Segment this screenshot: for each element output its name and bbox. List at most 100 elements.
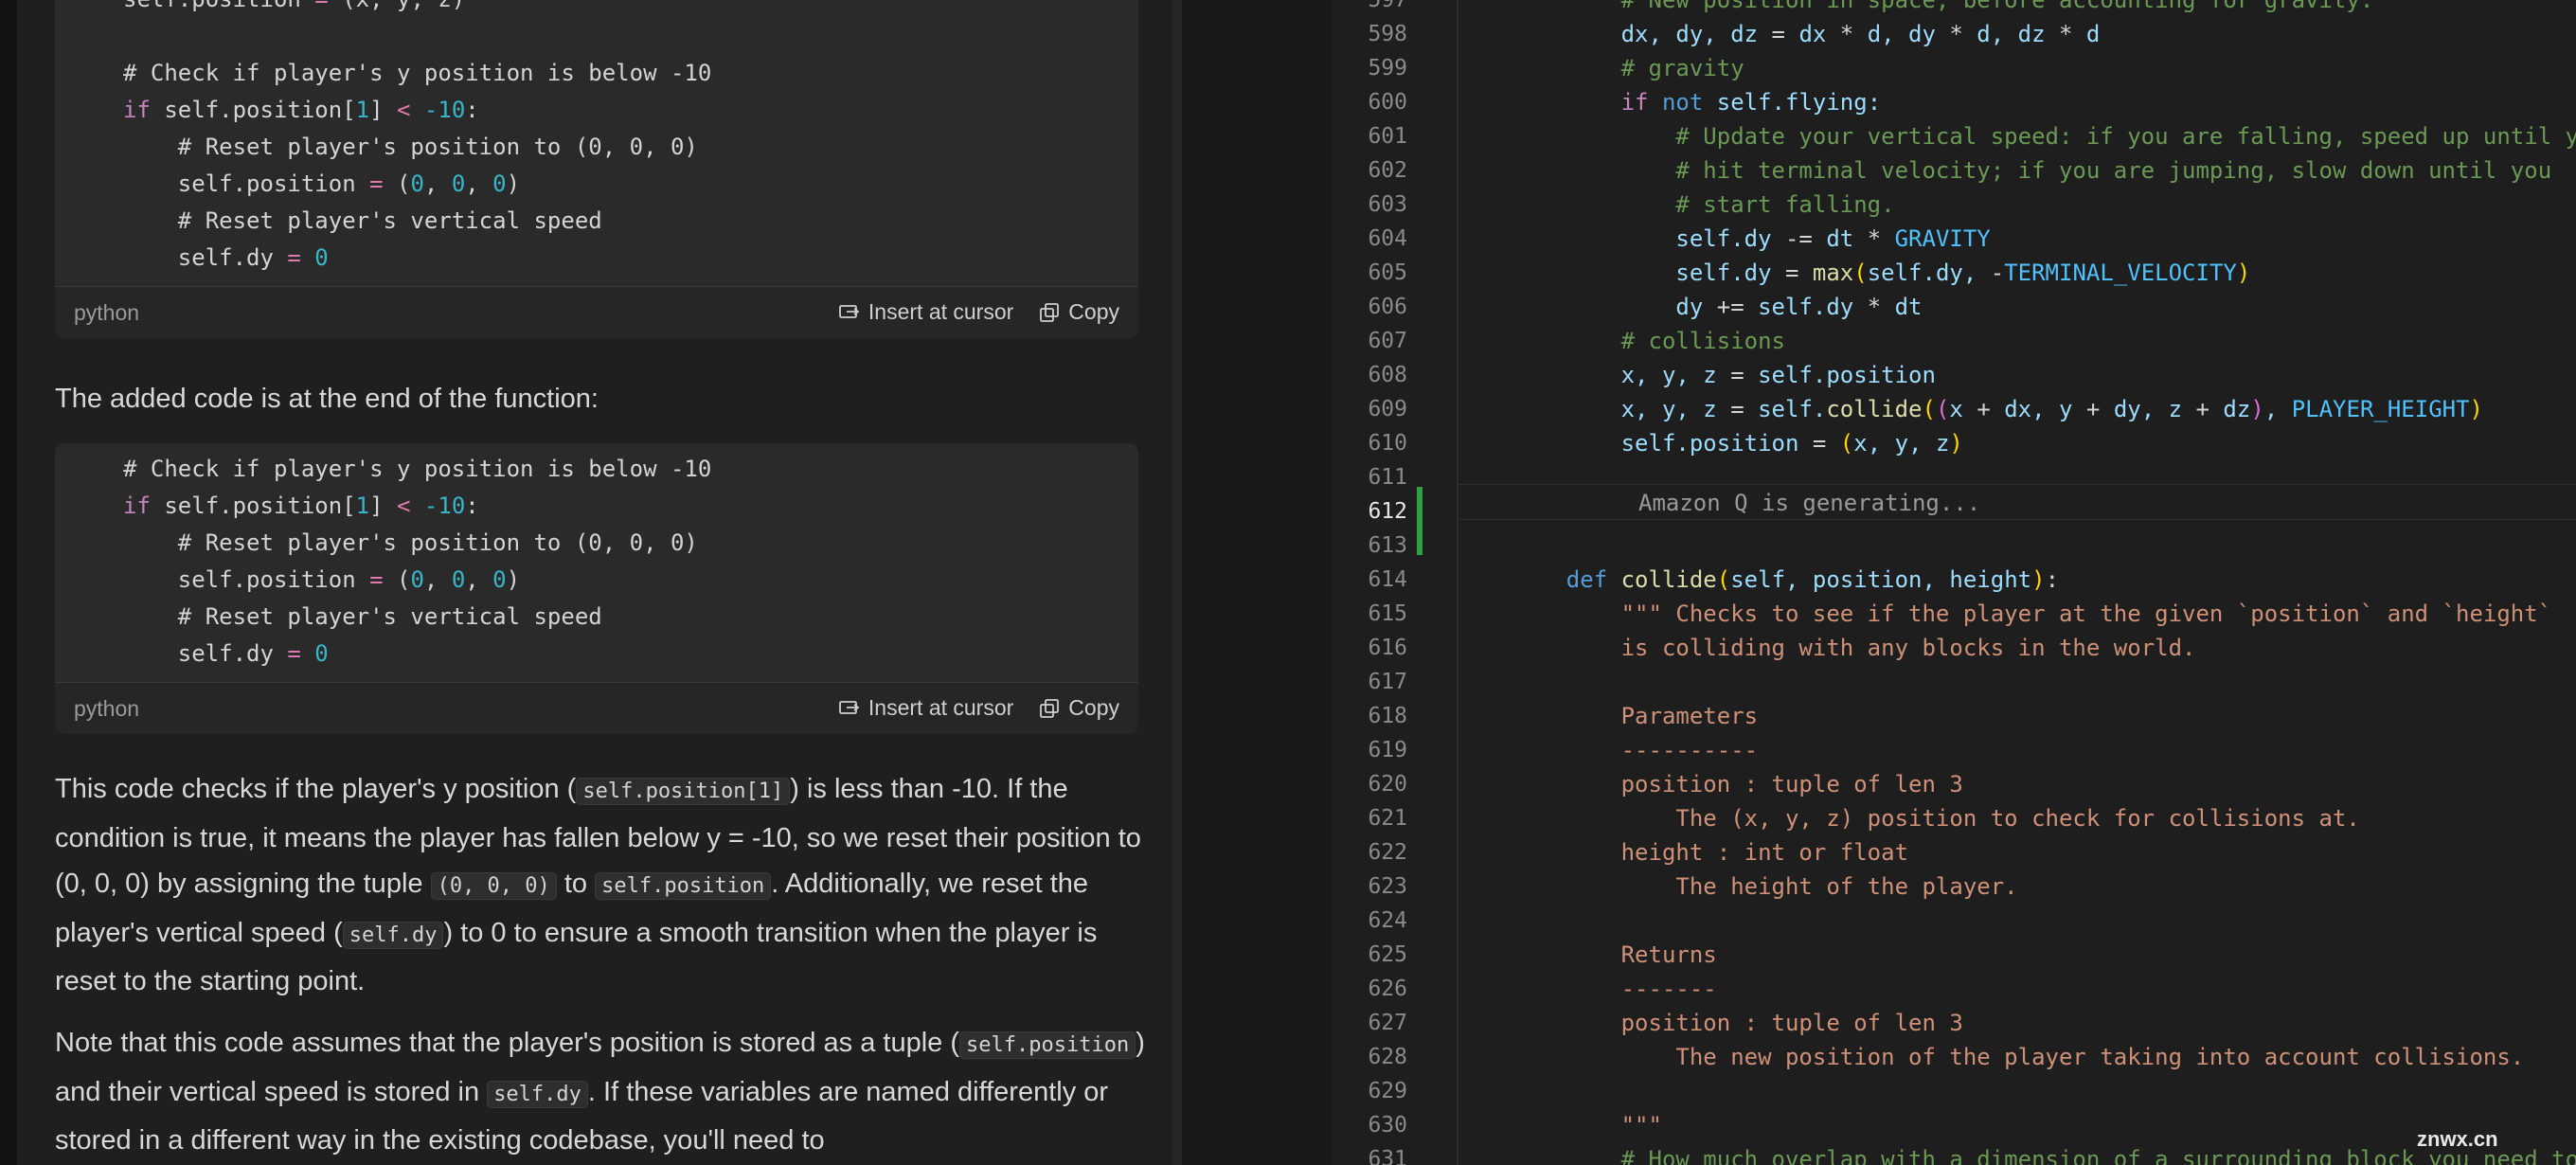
line-number: 630 [1368, 1113, 1407, 1138]
syntax-token: ) [2031, 566, 2046, 593]
code-language-label: python [74, 696, 140, 721]
editor-line[interactable]: if not self.flying: [1512, 85, 2576, 119]
syntax-token: Parameters [1512, 703, 1759, 729]
syntax-token: * [1867, 225, 1882, 252]
line-number: 626 [1368, 977, 1407, 1001]
line-number-gutter: 597 598 599 600 601 602 603 604 605 606 607 608 609 6… [1332, 0, 1407, 1165]
generating-indicator: Amazon Q is generating... [1458, 484, 2576, 520]
editor-line[interactable]: The new position of the player taking in… [1512, 1040, 2576, 1074]
copy-button[interactable]: Copy [1038, 695, 1119, 721]
code-token: if [123, 97, 151, 123]
syntax-token: ( [1922, 396, 1936, 422]
editor-line[interactable]: ---------- [1512, 733, 2576, 767]
syntax-token: position : tuple of len 3 [1512, 1010, 1963, 1036]
syntax-token: = [1812, 430, 1827, 457]
editor-line[interactable]: Parameters [1512, 699, 2576, 733]
editor-line[interactable]: dx, dy, dz = dx * d, dy * d, dz * d [1512, 17, 2576, 51]
syntax-token: Returns [1512, 941, 1717, 968]
code-block-1: self.position = (x, y, z) # Check if pla… [55, 0, 1138, 338]
editor-line[interactable]: # start falling. [1512, 188, 2576, 222]
editor-line[interactable]: position : tuple of len 3 [1512, 767, 2576, 801]
code-token: < [397, 97, 411, 123]
syntax-token: dx, dy, dz [1512, 21, 1772, 47]
code-token: 0 [451, 566, 466, 593]
copy-icon [1040, 698, 1060, 718]
syntax-token: The (x, y, z) position to check for coll… [1512, 805, 2360, 832]
editor-code-lines[interactable]: # New position in space, before accounti… [1512, 0, 2576, 1165]
code-token: # Check if player's y position is below … [123, 456, 712, 482]
syntax-token: = [1784, 260, 1799, 286]
code-token: self.position [123, 170, 370, 197]
code-token: -10 [423, 493, 466, 519]
editor-line[interactable]: self.dy = max(self.dy, -TERMINAL_VELOCIT… [1512, 256, 2576, 290]
syntax-token: d [2072, 21, 2101, 47]
editor-line[interactable] [1512, 529, 2576, 563]
editor-line[interactable]: is colliding with any blocks in the worl… [1512, 631, 2576, 665]
syntax-token: GRAVITY [1894, 225, 1991, 252]
editor-line[interactable]: x, y, z = self.collide((x + dx, y + dy, … [1512, 392, 2576, 426]
code-token: 0 [492, 566, 507, 593]
insert-at-cursor-button[interactable]: Insert at cursor [838, 695, 1013, 721]
syntax-token: # New position in space, before accounti… [1512, 0, 2374, 13]
editor-line[interactable]: height : int or float [1512, 835, 2576, 869]
editor-line[interactable]: """ Checks to see if the player at the g… [1512, 597, 2576, 631]
editor-line[interactable]: ------- [1512, 972, 2576, 1006]
editor-line[interactable]: # gravity [1512, 51, 2576, 85]
line-number: 608 [1368, 363, 1407, 387]
watermark: znwx.cn [2417, 1127, 2498, 1151]
syntax-token: dx, y [1990, 396, 2086, 422]
editor-line[interactable]: position : tuple of len 3 [1512, 1006, 2576, 1040]
line-number: 613 [1368, 533, 1407, 558]
insert-at-cursor-label: Insert at cursor [868, 695, 1014, 720]
code-token: = [369, 170, 384, 197]
code-token: if [123, 493, 151, 519]
line-number: 610 [1368, 431, 1407, 456]
code-line: self.position = (x, y, z) [123, 0, 1138, 18]
editor-line[interactable] [1512, 1074, 2576, 1108]
editor-line[interactable]: # New position in space, before accounti… [1512, 0, 2576, 17]
copy-label: Copy [1068, 695, 1119, 720]
syntax-token: dy [1512, 294, 1717, 320]
editor-line[interactable]: # hit terminal velocity; if you are jump… [1512, 153, 2576, 188]
activity-strip [0, 0, 17, 1165]
syntax-token: # hit terminal velocity; if you are jump… [1512, 157, 2552, 184]
code-token: = [287, 640, 301, 667]
chat-scrollbar[interactable] [1172, 0, 1182, 1165]
syntax-token: ) [1949, 430, 1963, 457]
insert-at-cursor-button[interactable]: Insert at cursor [838, 299, 1013, 325]
syntax-token: d, dy [1853, 21, 1950, 47]
code-token: , [423, 566, 452, 593]
code-token: 0 [410, 566, 424, 593]
editor-line[interactable]: # collisions [1512, 324, 2576, 358]
editor-line[interactable]: x, y, z = self.position [1512, 358, 2576, 392]
syntax-token: ( [1853, 260, 1868, 286]
code-editor[interactable]: 597 598 599 600 601 602 603 604 605 606 607 608 609 6… [1332, 0, 2576, 1165]
syntax-token: d, dz [1962, 21, 2060, 47]
copy-button[interactable]: Copy [1038, 299, 1119, 325]
code-token: # Reset player's vertical speed [123, 603, 602, 630]
editor-line[interactable] [1512, 904, 2576, 938]
syntax-token: = [1771, 21, 1785, 47]
editor-line[interactable]: Returns [1512, 938, 2576, 972]
line-number: 601 [1368, 124, 1407, 149]
insert-icon [839, 304, 860, 318]
line-number: 622 [1368, 840, 1407, 865]
editor-line[interactable]: self.dy -= dt * GRAVITY [1512, 222, 2576, 256]
editor-line[interactable]: # Update your vertical speed: if you are… [1512, 119, 2576, 153]
line-number: 604 [1368, 226, 1407, 251]
code-token: 0 [314, 244, 329, 271]
syntax-token: ( [1935, 396, 1950, 422]
editor-line[interactable]: self.position = (x, y, z) [1512, 426, 2576, 460]
syntax-token: ) [2250, 396, 2264, 422]
editor-line[interactable]: The height of the player. [1512, 869, 2576, 904]
line-number: 611 [1368, 465, 1407, 490]
editor-line[interactable]: The (x, y, z) position to check for coll… [1512, 801, 2576, 835]
editor-line[interactable]: dy += self.dy * dt [1512, 290, 2576, 324]
code-token: : [465, 97, 479, 123]
code-token: # Reset player's position to (0, 0, 0) [123, 529, 698, 556]
intro-text: The added code is at the end of the func… [55, 384, 599, 414]
editor-line[interactable]: def collide(self, position, height): [1512, 563, 2576, 597]
editor-line[interactable] [1512, 665, 2576, 699]
